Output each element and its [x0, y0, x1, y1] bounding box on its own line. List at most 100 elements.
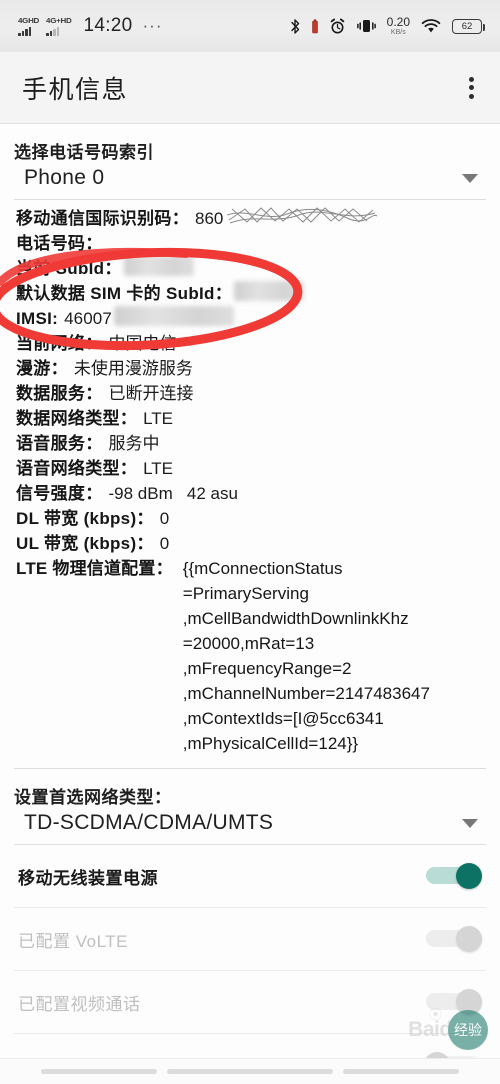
- info-row-data-service: 数据服务： 已断开连接: [16, 381, 484, 406]
- content-area: 选择电话号码索引 Phone 0 移动通信国际识别码： 860 电话号码： 当前…: [0, 124, 500, 1084]
- info-key: 语音网络类型：: [16, 459, 138, 478]
- info-key: UL 带宽 (kbps)：: [16, 534, 154, 553]
- info-value: 已断开连接: [108, 384, 194, 403]
- default-subid-blur-redaction: [234, 281, 305, 301]
- info-value: LTE: [143, 409, 174, 428]
- info-key: LTE 物理信道配置：: [16, 559, 173, 578]
- info-row-signal-strength: 信号强度： -98 dBm 42 asu: [16, 481, 484, 506]
- phone-index-value: Phone 0: [24, 166, 105, 189]
- network-speed-unit: KB/s: [390, 29, 406, 36]
- info-row-imsi: IMSI: 46007: [16, 306, 484, 331]
- info-value: LTE: [143, 459, 174, 478]
- battery-percent: 62: [461, 20, 473, 32]
- overflow-menu-icon[interactable]: [465, 71, 478, 105]
- subid-blur-redaction: [123, 256, 194, 276]
- sim-battery-icon: [311, 18, 318, 34]
- toggle-label: 已配置 VoLTE: [18, 931, 128, 951]
- info-value: 46007: [64, 309, 112, 328]
- preferred-network-label: 设置首选网络类型：: [14, 788, 172, 807]
- info-value: -98 dBm 42 asu: [108, 484, 238, 503]
- toggle-label: 移动无线装置电源: [18, 868, 158, 888]
- page-title: 手机信息: [22, 75, 129, 104]
- info-row-voice-network-type: 语音网络类型： LTE: [16, 456, 484, 481]
- lte-config-line: ,mChannelNumber=2147483647: [182, 684, 430, 703]
- phone-index-spinner[interactable]: Phone 0: [14, 163, 486, 200]
- alarm-icon: [329, 18, 346, 35]
- info-key: DL 带宽 (kbps)：: [16, 509, 154, 528]
- info-value: 中国电信: [108, 334, 177, 353]
- info-value: 0: [159, 509, 170, 528]
- lte-config-line: ,mPhysicalCellId=124}}: [182, 734, 359, 753]
- battery-icon: 62: [452, 18, 486, 34]
- device-info-list: 移动通信国际识别码： 860 电话号码： 当前 SubId： 默认数据 SIM …: [14, 200, 486, 756]
- phone-index-label: 选择电话号码索引: [14, 143, 154, 162]
- sim2-hd-label: HD: [60, 15, 72, 25]
- watermark-badge: 经验: [448, 1010, 488, 1050]
- sim1-signal-icon: 4GHD: [18, 15, 40, 36]
- info-key: 当前 SubId：: [16, 259, 122, 278]
- info-key: 信号强度：: [16, 484, 103, 503]
- info-row-roaming: 漫游： 未使用漫游服务: [16, 356, 484, 381]
- vibrate-icon: [356, 18, 376, 34]
- sim2-network-label: 4G+: [46, 15, 61, 25]
- nav-recents-indicator[interactable]: [343, 1069, 459, 1074]
- info-key: 语音服务：: [16, 434, 103, 453]
- status-bar-clock: 14:20: [83, 15, 133, 36]
- lte-config-line: ,mFrequencyRange=2: [182, 659, 352, 678]
- info-key: 漫游：: [16, 359, 68, 378]
- toggle-switch-volte-provisioned[interactable]: [424, 926, 482, 952]
- phone-screen: 4GHD 4G+HD 14:20 ··· 0.20 KB/s 62 手机信息 选…: [0, 0, 500, 1084]
- info-value: 0: [159, 534, 170, 553]
- baidu-experience-watermark: ⦿ Baidu 经验: [408, 1007, 488, 1050]
- info-row-default-data-subid: 默认数据 SIM 卡的 SubId：: [16, 281, 484, 306]
- sim2-signal-icon: 4G+HD: [46, 15, 72, 36]
- info-value: 未使用漫游服务: [73, 359, 193, 378]
- network-speed-value: 0.20: [386, 15, 410, 29]
- info-row-lte-physical-channel-config: LTE 物理信道配置： {{mConnectionStatus =Primary…: [16, 556, 484, 756]
- chevron-down-icon: [462, 173, 478, 183]
- status-bar-left: 4GHD 4G+HD 14:20 ···: [18, 15, 163, 37]
- info-key: 数据服务：: [16, 384, 103, 403]
- info-key: IMSI:: [16, 309, 59, 328]
- toggle-row-mobile-radio-power[interactable]: 移动无线装置电源: [14, 845, 486, 908]
- app-bar: 手机信息: [0, 52, 500, 124]
- info-row-voice-service: 语音服务： 服务中: [16, 431, 484, 456]
- info-value: 服务中: [108, 434, 160, 453]
- sim1-hd-label: HD: [28, 15, 40, 25]
- preferred-network-spinner[interactable]: TD-SCDMA/CDMA/UMTS: [14, 808, 486, 845]
- toggle-row-volte-provisioned[interactable]: 已配置 VoLTE: [14, 908, 486, 971]
- status-bar-right: 0.20 KB/s 62: [290, 16, 486, 36]
- imei-scribble-redaction: [227, 206, 378, 224]
- info-row-ul-bandwidth: UL 带宽 (kbps)： 0: [16, 531, 484, 556]
- info-key: 移动通信国际识别码：: [16, 209, 189, 228]
- wifi-icon: [421, 18, 441, 34]
- system-navigation-bar: [0, 1058, 500, 1084]
- info-key: 数据网络类型：: [16, 409, 138, 428]
- lte-config-line: {{mConnectionStatus: [182, 559, 343, 578]
- preferred-network-value: TD-SCDMA/CDMA/UMTS: [24, 811, 274, 834]
- toggle-label: 已配置视频通话: [18, 994, 141, 1014]
- info-key: 默认数据 SIM 卡的 SubId：: [16, 284, 233, 303]
- chevron-down-icon: [462, 818, 478, 828]
- lte-config-value-lines: {{mConnectionStatus =PrimaryServing ,mCe…: [183, 556, 430, 756]
- network-speed-indicator: 0.20 KB/s: [387, 16, 410, 36]
- info-row-imei: 移动通信国际识别码： 860: [16, 206, 484, 231]
- info-row-data-network-type: 数据网络类型： LTE: [16, 406, 484, 431]
- nav-home-indicator[interactable]: [167, 1069, 333, 1074]
- status-bar: 4GHD 4G+HD 14:20 ··· 0.20 KB/s 62: [0, 0, 500, 52]
- info-row-dl-bandwidth: DL 带宽 (kbps)： 0: [16, 506, 484, 531]
- info-key: 电话号码：: [16, 234, 103, 253]
- lte-config-line: =20000,mRat=13: [182, 634, 315, 653]
- lte-config-line: ,mContextIds=[I@5cc6341: [182, 709, 384, 728]
- info-row-phone-number: 电话号码：: [16, 231, 484, 256]
- lte-config-line: =PrimaryServing: [182, 584, 309, 603]
- info-row-current-subid: 当前 SubId：: [16, 256, 484, 281]
- paw-icon: ⦿: [428, 1007, 442, 1022]
- toggle-switch-mobile-radio-power[interactable]: [424, 863, 482, 889]
- bluetooth-icon: [290, 18, 301, 35]
- nav-back-indicator[interactable]: [41, 1069, 157, 1074]
- imsi-blur-redaction: [113, 306, 234, 326]
- lte-config-line: ,mCellBandwidthDownlinkKhz: [182, 609, 409, 628]
- sim1-network-label: 4G: [18, 15, 29, 25]
- info-row-current-network: 当前网络： 中国电信: [16, 331, 484, 356]
